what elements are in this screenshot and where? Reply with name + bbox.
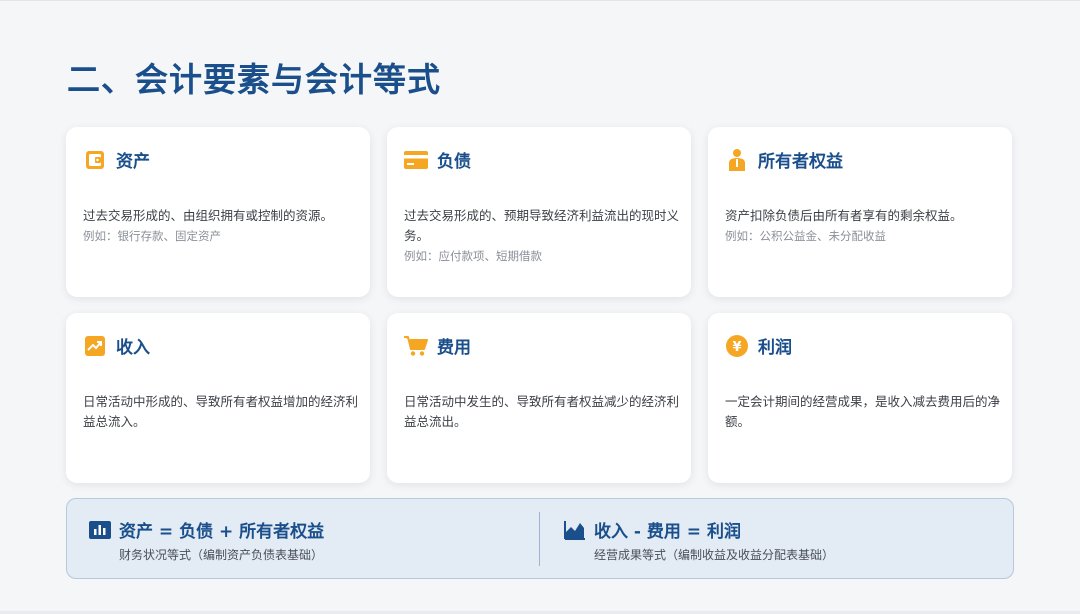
card-example: 例如：银行存款、固定资产 (83, 229, 221, 243)
card-example: 例如：应付款项、短期借款 (404, 249, 542, 263)
area-chart-icon (564, 520, 586, 540)
card-description: 一定会计期间的经营成果，是收入减去费用后的净额。 (725, 394, 1001, 429)
card-revenue: 收入 日常活动中形成的、导致所有者权益增加的经济利益总流入。 (66, 313, 370, 483)
wallet-icon (83, 148, 107, 172)
formula-panel: 资产 = 负债 + 所有者权益 财务状况等式（编制资产负债表基础） 收入 - 费… (66, 498, 1014, 579)
card-title: 资产 (116, 152, 150, 172)
card-description: 过去交易形成的、预期导致经济利益流出的现时义务。 (404, 208, 680, 243)
svg-text:¥: ¥ (732, 340, 741, 355)
card-title: 利润 (758, 338, 792, 358)
card-title: 费用 (437, 338, 471, 358)
card-title: 收入 (116, 338, 150, 358)
person-icon (725, 148, 749, 172)
card-profit: ¥ 利润 一定会计期间的经营成果，是收入减去费用后的净额。 (708, 313, 1012, 483)
card-expenses: 费用 日常活动中发生的、导致所有者权益减少的经济利益总流出。 (387, 313, 691, 483)
formula-title: 资产 = 负债 + 所有者权益 (119, 522, 325, 542)
page-title: 二、会计要素与会计等式 (67, 60, 441, 99)
trending-up-icon (83, 334, 107, 358)
card-description: 资产扣除负债后由所有者享有的剩余权益。 (725, 208, 963, 223)
card-description: 日常活动中形成的、导致所有者权益增加的经济利益总流入。 (83, 394, 359, 429)
credit-card-icon (404, 148, 428, 172)
formula-balance-sheet: 资产 = 负债 + 所有者权益 财务状况等式（编制资产负债表基础） (89, 517, 324, 563)
card-example: 例如：公积公益金、未分配收益 (725, 229, 886, 243)
bar-chart-icon (89, 520, 111, 540)
cart-icon (404, 334, 428, 358)
formula-description: 经营成果等式（编制收益及收益分配表基础） (594, 548, 835, 562)
slide: 二、会计要素与会计等式 资产 过去交易形成的、由组织拥有或控制的资源。 例如：银… (0, 0, 1080, 611)
card-description: 过去交易形成的、由组织拥有或控制的资源。 (83, 208, 334, 223)
card-title: 负债 (437, 152, 471, 172)
card-liabilities: 负债 过去交易形成的、预期导致经济利益流出的现时义务。 例如：应付款项、短期借款 (387, 127, 691, 297)
formula-title: 收入 - 费用 = 利润 (594, 522, 741, 542)
divider (539, 512, 540, 566)
formula-description: 财务状况等式（编制资产负债表基础） (119, 548, 324, 562)
yen-coin-icon: ¥ (725, 334, 749, 358)
formula-income-statement: 收入 - 费用 = 利润 经营成果等式（编制收益及收益分配表基础） (564, 517, 834, 563)
card-description: 日常活动中发生的、导致所有者权益减少的经济利益总流出。 (404, 394, 680, 429)
card-equity: 所有者权益 资产扣除负债后由所有者享有的剩余权益。 例如：公积公益金、未分配收益 (708, 127, 1012, 297)
card-assets: 资产 过去交易形成的、由组织拥有或控制的资源。 例如：银行存款、固定资产 (66, 127, 370, 297)
card-title: 所有者权益 (758, 152, 843, 172)
